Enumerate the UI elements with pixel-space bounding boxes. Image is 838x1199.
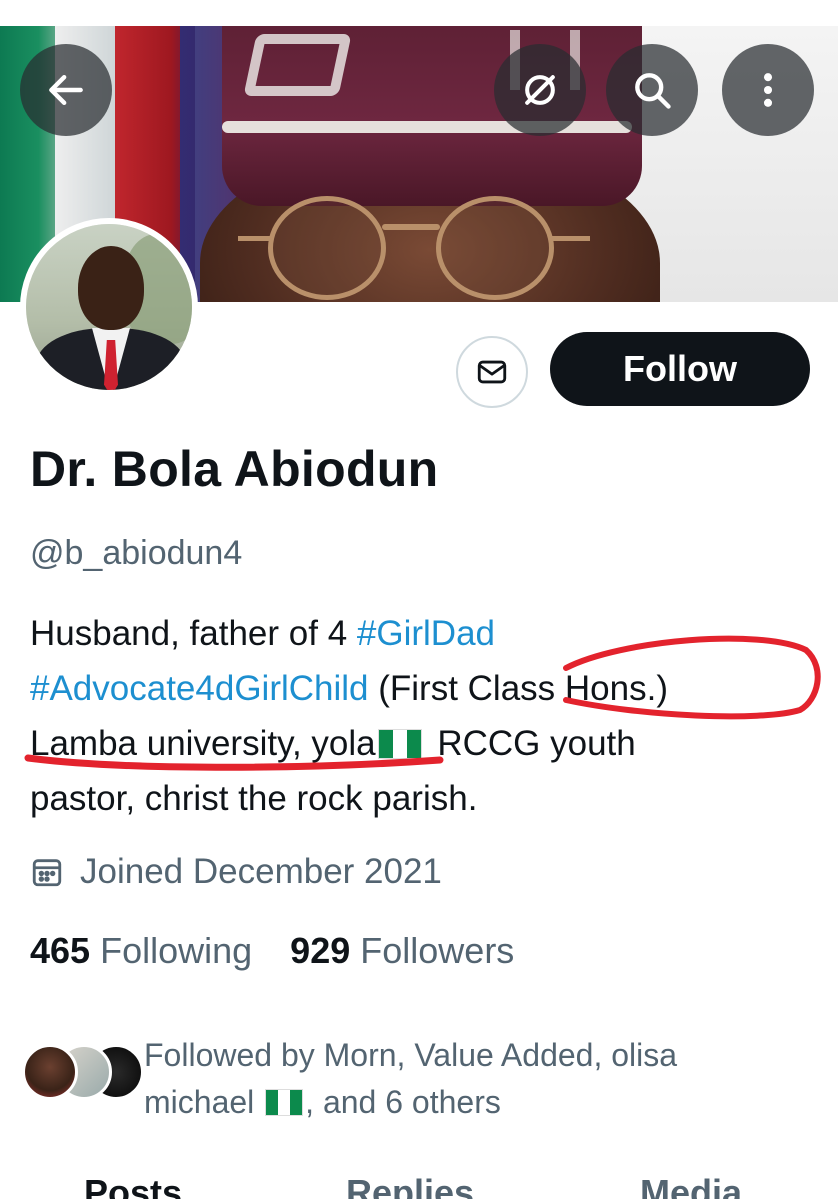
more-options-button[interactable]	[722, 44, 814, 136]
search-button[interactable]	[606, 44, 698, 136]
followed-by-part: , and 6 others	[305, 1084, 501, 1120]
followed-by-avatars[interactable]	[22, 1044, 144, 1102]
avatar	[22, 1044, 78, 1100]
followed-by-part: Followed by Morn, Value Added, olisa	[144, 1037, 678, 1073]
follow-counts: 465 Following 929 Followers	[30, 930, 514, 972]
search-icon	[635, 73, 671, 109]
nigeria-flag-icon	[265, 1089, 304, 1116]
bio-text: pastor, christ the rock parish.	[30, 779, 478, 818]
bio-text: Husband, father of 4	[30, 614, 357, 653]
back-button[interactable]	[20, 44, 112, 136]
top-strip	[0, 0, 838, 26]
following-link[interactable]: 465 Following	[30, 930, 252, 972]
profile-bio: Husband, father of 4 #GirlDad #Advocate4…	[30, 606, 820, 826]
joined-label: Joined December 2021	[80, 852, 442, 891]
user-handle: @b_abiodun4	[30, 534, 243, 572]
following-label: Following	[100, 930, 253, 971]
hashtag-girldad[interactable]: #GirlDad	[357, 614, 495, 653]
bio-text: Lamba university, yola	[30, 724, 376, 763]
arrow-left-icon	[49, 74, 83, 106]
tab-media[interactable]: Media	[640, 1172, 742, 1199]
followers-link[interactable]: 929 Followers	[290, 930, 514, 972]
more-vertical-icon	[763, 73, 773, 107]
followed-by-text[interactable]: Followed by Morn, Value Added, olisa mic…	[144, 1032, 804, 1126]
message-button[interactable]	[456, 336, 528, 408]
calendar-icon	[32, 859, 62, 887]
hashtag-advocate4dgirlchild[interactable]: #Advocate4dGirlChild	[30, 669, 369, 708]
followed-by-part: michael	[144, 1084, 255, 1120]
tab-replies[interactable]: Replies	[346, 1172, 474, 1199]
followers-count: 929	[290, 930, 351, 971]
tab-posts[interactable]: Posts	[84, 1172, 182, 1199]
following-count: 465	[30, 930, 91, 971]
nigeria-flag-icon	[377, 729, 422, 759]
bio-text: (First Class Hons.)	[368, 669, 668, 708]
grok-button[interactable]	[494, 44, 586, 136]
avatar[interactable]	[20, 218, 198, 396]
grok-icon	[525, 75, 555, 105]
profile-tabs: Posts Replies Media	[0, 1172, 838, 1199]
followers-label: Followers	[360, 930, 515, 971]
joined-date: Joined December 2021	[30, 852, 442, 892]
display-name: Dr. Bola Abiodun	[30, 441, 439, 497]
mail-icon	[477, 360, 507, 384]
follow-button[interactable]: Follow	[550, 332, 810, 406]
bio-text: RCCG youth	[427, 724, 636, 763]
